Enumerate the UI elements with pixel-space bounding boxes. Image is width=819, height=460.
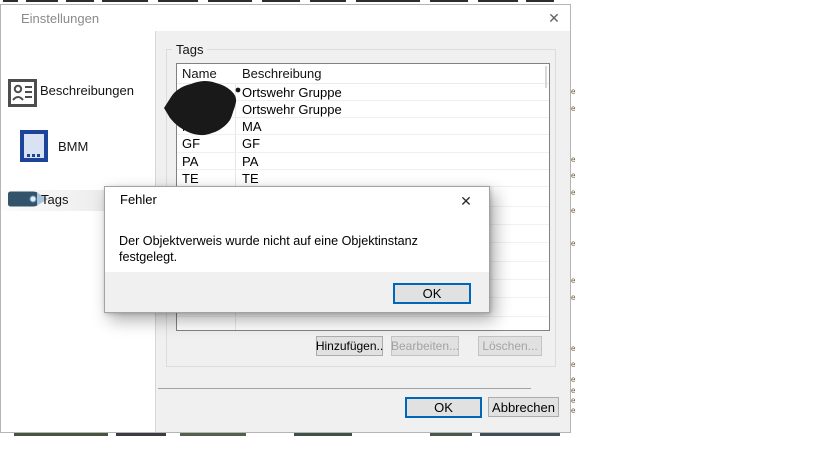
screen-edge-artifact (430, 433, 472, 436)
screen-edge-artifact: e (571, 407, 576, 415)
screen-edge-artifact (3, 0, 18, 2)
table-row[interactable]: PA PA (177, 153, 549, 170)
screen-edge-artifact (116, 433, 166, 436)
ok-button[interactable]: OK (405, 397, 482, 418)
screen-edge-artifact (294, 433, 352, 436)
screen-edge-artifact: e (571, 105, 576, 113)
screen-edge-artifact (430, 0, 468, 2)
screen-edge-artifact: e (571, 172, 576, 180)
screen-edge-artifact: e (571, 189, 576, 197)
cell-beschreibung: PA (242, 154, 259, 169)
sidebar-item-label: Tags (41, 192, 69, 207)
table-row[interactable]: TE TE (177, 170, 549, 187)
table-empty-row (177, 316, 549, 317)
error-ok-button[interactable]: OK (393, 283, 471, 304)
screen-edge-artifact: e (571, 397, 576, 405)
cell-beschreibung: Ortswehr Gruppe (242, 85, 342, 100)
window-titlebar: Einstellungen ✕ (1, 5, 570, 31)
screen-edge-artifact (478, 0, 518, 2)
screen-edge-artifact: e (571, 156, 576, 164)
redaction-scribble (159, 77, 243, 144)
error-dialog: Fehler ✕ Der Objektverweis wurde nicht a… (104, 186, 490, 313)
screen-edge-artifact: e (571, 345, 576, 353)
tags-groupbox-title: Tags (172, 42, 208, 57)
screen-edge-artifact: e (571, 376, 576, 384)
close-icon[interactable]: ✕ (544, 8, 564, 28)
error-message: Der Objektverweis wurde nicht auf eine O… (119, 234, 418, 264)
add-button[interactable]: Hinzufügen.. (316, 336, 383, 356)
footer-divider (158, 388, 531, 389)
screen-edge-artifact (480, 433, 560, 436)
screen-edge-artifact (180, 433, 246, 436)
screen-edge-artifact (26, 0, 58, 2)
screen-edge-artifact (14, 433, 108, 436)
window-title: Einstellungen (21, 11, 100, 26)
screen-edge-artifact (102, 0, 148, 2)
close-icon[interactable]: ✕ (456, 191, 476, 211)
screen-edge-artifact: e (571, 387, 576, 395)
column-header-beschreibung[interactable]: Beschreibung (235, 64, 322, 83)
screen-edge-artifact: e (571, 294, 576, 302)
screen-edge-artifact (526, 0, 554, 2)
sidebar-item-label: Beschreibungen (40, 83, 134, 98)
cancel-button[interactable]: Abbrechen (488, 397, 559, 417)
screen-edge-artifact: e (571, 240, 576, 248)
cell-beschreibung: TE (242, 171, 259, 186)
cell-beschreibung: Ortswehr Gruppe (242, 102, 342, 117)
table-scrollbar[interactable] (545, 66, 547, 88)
screen-edge-artifact (356, 0, 420, 2)
screen-edge-artifact (158, 0, 198, 2)
screen-edge-artifact: e (571, 361, 576, 369)
screen-edge-artifact (310, 0, 346, 2)
edit-button: Bearbeiten... (391, 336, 459, 356)
screen-edge-artifact (262, 0, 300, 2)
screen-edge-artifact: e (571, 207, 576, 215)
error-dialog-title: Fehler (120, 192, 157, 207)
cell-name: PA (182, 154, 199, 169)
screen-edge-artifact: e (571, 277, 576, 285)
sidebar-item-label: BMM (58, 139, 89, 154)
cell-name: TE (182, 171, 199, 186)
screen-edge-artifact (208, 0, 252, 2)
screen-edge-artifact: e (571, 88, 576, 96)
screen-edge-artifact (66, 0, 94, 2)
delete-button: Löschen... (478, 336, 542, 356)
